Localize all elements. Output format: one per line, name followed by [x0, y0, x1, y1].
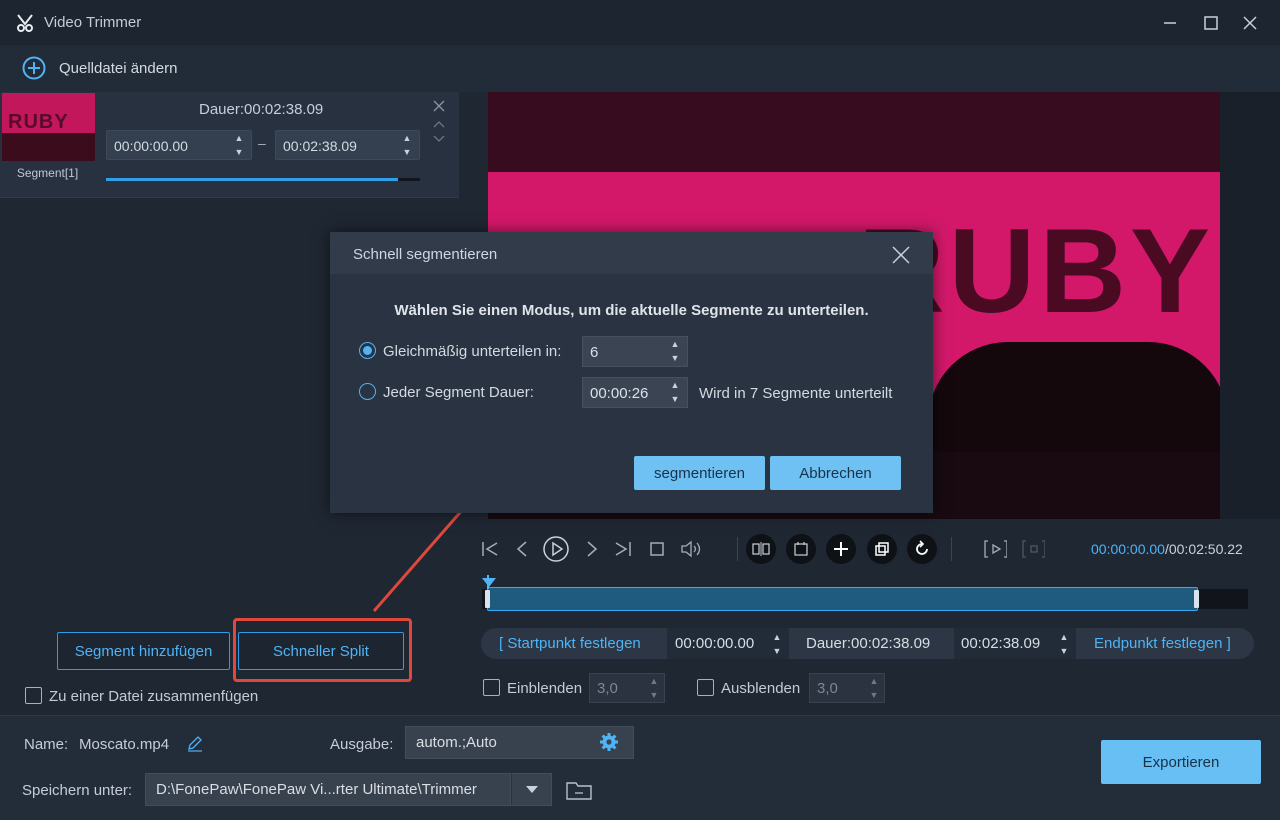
next-frame-icon[interactable]	[580, 537, 604, 561]
segment-down-icon[interactable]	[433, 131, 445, 142]
copy-icon[interactable]	[867, 534, 897, 564]
dialog-close-icon[interactable]	[892, 246, 910, 264]
left-trim-handle[interactable]	[485, 590, 490, 608]
segment-start-stepper[interactable]: ▲ ▼	[232, 131, 246, 159]
change-source-button[interactable]: Quelldatei ändern	[59, 60, 177, 77]
play-selection-icon[interactable]	[983, 537, 1007, 561]
set-start-button[interactable]: [ Startpunkt festlegen	[499, 635, 641, 652]
save-path-input[interactable]: D:\FonePaw\FonePaw Vi...rter Ultimate\Tr…	[145, 773, 511, 806]
edit-name-icon[interactable]	[186, 734, 204, 752]
fade-out-stepper[interactable]: ▲ ▼	[867, 674, 881, 702]
current-time: 00:00:00.00	[1091, 541, 1165, 557]
toolbar	[0, 45, 1280, 92]
segment-thumbnail: RUBY WOO	[2, 93, 95, 161]
segment-result-text: Wird in 7 Segmente unterteilt	[699, 385, 893, 402]
video-side-area	[1220, 92, 1280, 519]
playhead-marker-icon[interactable]	[482, 575, 496, 587]
file-name: Moscato.mp4	[79, 736, 170, 753]
save-path-dropdown[interactable]	[511, 773, 552, 806]
time-display: 00:00:00.00/00:02:50.22	[1091, 541, 1243, 557]
name-label: Name:	[24, 736, 69, 753]
right-trim-handle[interactable]	[1194, 590, 1199, 608]
add-circle-icon[interactable]	[22, 56, 46, 80]
segment-duration-stepper[interactable]: ▲ ▼	[668, 378, 682, 406]
segment-cancel-button[interactable]: Abbrechen	[770, 456, 901, 490]
stop-selection-icon[interactable]	[1021, 537, 1045, 561]
range-duration: Dauer:00:02:38.09	[806, 635, 931, 652]
fade-out-label: Ausblenden	[721, 680, 801, 697]
save-label: Speichern unter:	[22, 782, 133, 799]
end-time-stepper[interactable]: ▲ ▼	[1057, 630, 1071, 658]
title-bar	[0, 0, 1280, 45]
add-icon[interactable]	[826, 534, 856, 564]
range-dash: –	[258, 135, 266, 151]
previous-frame-icon[interactable]	[510, 537, 534, 561]
segment-close-icon[interactable]	[433, 99, 445, 112]
go-to-start-icon[interactable]	[478, 537, 502, 561]
end-time-input[interactable]: 00:02:38.09	[961, 635, 1040, 652]
segment-start-input[interactable]: 00:00:00.00	[106, 130, 252, 160]
segment-duration-label: Jeder Segment Dauer:	[383, 384, 534, 401]
fade-in-stepper[interactable]: ▲ ▼	[647, 674, 661, 702]
app-logo-icon	[15, 13, 35, 33]
dialog-heading: Wählen Sie einen Modus, um die aktuelle …	[394, 302, 869, 319]
merge-checkbox[interactable]	[25, 687, 42, 704]
start-time-input[interactable]: 00:00:00.00	[675, 635, 754, 652]
set-end-button[interactable]: Endpunkt festlegen ]	[1094, 635, 1231, 652]
segment-progress-fill	[106, 178, 398, 181]
snapshot-icon[interactable]	[786, 534, 816, 564]
minimize-icon[interactable]	[1157, 10, 1183, 36]
chevron-down-icon	[525, 785, 538, 793]
reset-icon[interactable]	[907, 534, 937, 564]
output-label: Ausgabe:	[330, 736, 394, 753]
radio-segment-duration[interactable]	[359, 383, 376, 400]
segment-up-icon[interactable]	[433, 116, 445, 128]
start-time-stepper[interactable]: ▲ ▼	[770, 630, 784, 658]
separator	[737, 537, 738, 561]
segment-end-stepper[interactable]: ▲ ▼	[400, 131, 414, 159]
playhead	[487, 575, 489, 589]
segment-end-input[interactable]: 00:02:38.09	[275, 130, 420, 160]
total-time: /00:02:50.22	[1164, 541, 1243, 557]
stop-icon[interactable]	[645, 537, 669, 561]
timeline-selection[interactable]	[487, 587, 1198, 611]
export-button[interactable]: Exportieren	[1101, 740, 1261, 784]
maximize-icon[interactable]	[1198, 10, 1224, 36]
highlight-annotation	[233, 618, 412, 682]
even-split-stepper[interactable]: ▲ ▼	[668, 337, 682, 365]
radio-even-split[interactable]	[359, 342, 376, 359]
fade-in-checkbox[interactable]	[483, 679, 500, 696]
segment-confirm-button[interactable]: segmentieren	[634, 456, 765, 490]
even-split-label: Gleichmäßig unterteilen in:	[383, 343, 562, 360]
segment-duration: Dauer:00:02:38.09	[199, 101, 324, 118]
volume-icon[interactable]	[680, 537, 704, 561]
separator	[951, 537, 952, 561]
split-icon[interactable]	[746, 534, 776, 564]
fade-in-label: Einblenden	[507, 680, 583, 697]
window-title: Video Trimmer	[44, 14, 142, 31]
add-segment-button[interactable]: Segment hinzufügen	[57, 632, 230, 670]
fade-out-checkbox[interactable]	[697, 679, 714, 696]
gear-icon[interactable]	[599, 732, 619, 752]
segment-label: Segment[1]	[16, 166, 79, 180]
folder-icon[interactable]	[565, 778, 593, 802]
merge-label: Zu einer Datei zusammenfügen	[49, 688, 259, 705]
go-to-end-icon[interactable]	[611, 537, 635, 561]
play-icon[interactable]	[542, 535, 570, 563]
dialog-title: Schnell segmentieren	[353, 246, 498, 263]
close-window-icon[interactable]	[1237, 10, 1263, 36]
